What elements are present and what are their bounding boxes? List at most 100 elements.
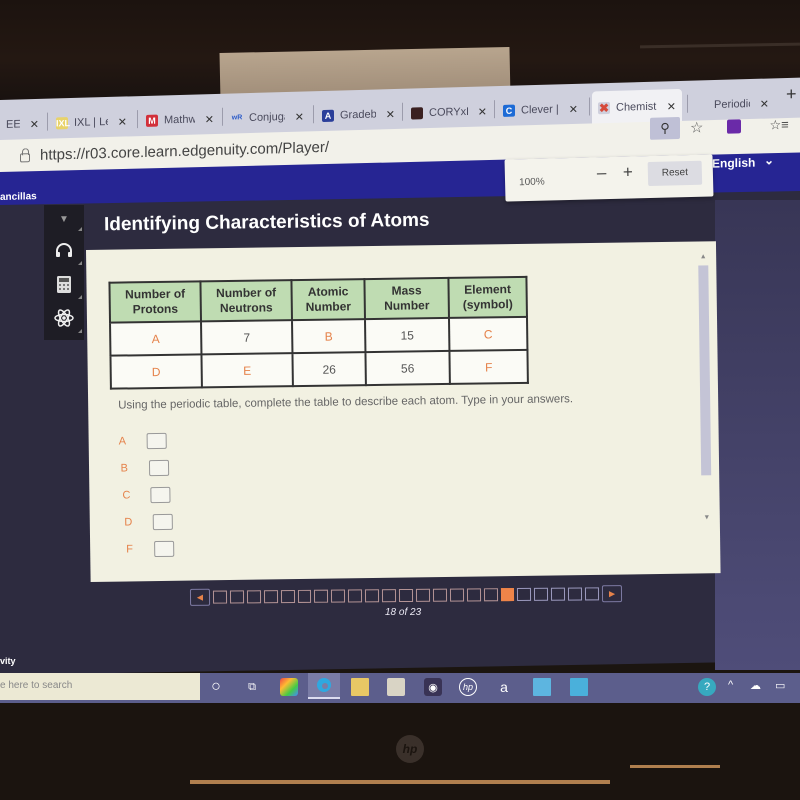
browser-tab[interactable]: M Mathway ✕ (140, 102, 220, 138)
page-indicator[interactable] (297, 589, 312, 603)
answer-label: D (124, 515, 133, 528)
extension-icon[interactable] (727, 119, 742, 134)
close-tab-icon[interactable]: ✕ (760, 97, 769, 110)
webcam-app-icon[interactable]: ◉ (424, 678, 442, 696)
language-selector[interactable]: English (712, 156, 755, 171)
file-explorer-icon[interactable] (351, 678, 369, 696)
browser-tab[interactable]: C Clever | ✕ (497, 92, 587, 129)
close-tab-icon[interactable]: ✕ (30, 117, 39, 130)
scrollbar[interactable]: ▲ ▼ (698, 253, 712, 521)
amazon-icon[interactable]: a (495, 678, 513, 696)
page-indicator[interactable] (280, 589, 295, 603)
close-tab-icon[interactable]: ✕ (478, 105, 487, 118)
favorite-star-icon[interactable]: ☆ (690, 118, 703, 136)
answer-label: B (120, 461, 128, 475)
page-indicator[interactable] (229, 589, 244, 604)
answer-label: F (126, 542, 133, 555)
answer-input[interactable] (146, 432, 167, 449)
new-tab-button[interactable]: + (786, 84, 797, 105)
browser-tab[interactable]: EE.2 S ✕ (0, 107, 45, 142)
store-icon[interactable] (387, 678, 405, 696)
browser-tab[interactable]: A Gradebo ✕ (316, 97, 401, 133)
tab-label: EE.2 S (6, 118, 20, 131)
tab-label: CORYxK (429, 105, 468, 120)
close-tab-icon[interactable]: ✕ (205, 113, 214, 126)
tray-chevron-up-icon[interactable]: ^ (728, 679, 733, 691)
wordreference-icon: wR (231, 112, 243, 125)
page-indicator[interactable] (398, 588, 414, 602)
tab-separator (402, 102, 403, 121)
page-indicator[interactable] (348, 588, 363, 603)
close-tab-icon[interactable]: ✕ (569, 102, 578, 115)
tool-periodic-table[interactable] (44, 301, 84, 335)
answer-list: ABCD F (118, 427, 175, 563)
page-indicator[interactable] (483, 587, 498, 601)
page-indicator[interactable] (534, 587, 549, 601)
page-indicator[interactable] (585, 586, 600, 600)
next-page-button[interactable]: ▶ (602, 584, 623, 602)
page-indicator[interactable] (449, 587, 464, 602)
page-indicator[interactable] (382, 588, 397, 602)
taskbar-search-input[interactable]: e here to search (0, 673, 200, 700)
zoom-reset-button[interactable]: Reset (647, 160, 703, 187)
page-indicator[interactable] (263, 589, 278, 603)
close-tab-icon[interactable]: ✕ (118, 115, 127, 128)
page-indicator[interactable] (568, 586, 583, 601)
tool-toggle[interactable]: ▼ (44, 205, 84, 233)
page-indicator[interactable] (365, 588, 380, 602)
page-indicator[interactable] (314, 589, 329, 603)
page-indicator[interactable] (212, 590, 227, 604)
paint-app-icon[interactable] (280, 678, 298, 696)
page-icon (696, 99, 708, 112)
page-indicator[interactable] (551, 587, 566, 601)
url-field[interactable]: https://r03.core.learn.edgenuity.com/Pla… (20, 139, 329, 165)
task-view-icon[interactable]: ⧉ (243, 678, 261, 696)
close-tab-icon[interactable]: ✕ (295, 110, 304, 123)
close-tab-icon[interactable]: ✕ (667, 100, 676, 113)
tab-separator (687, 94, 688, 113)
hp-app-icon[interactable]: hp (459, 678, 477, 696)
previous-page-button[interactable]: ◀ (189, 588, 210, 606)
zoom-out-button[interactable]: – (597, 163, 607, 183)
battery-icon[interactable]: ▭ (775, 679, 785, 692)
answer-input[interactable] (152, 513, 173, 530)
tool-headphones[interactable] (44, 233, 84, 267)
answer-input[interactable] (154, 540, 175, 557)
answer-input[interactable] (150, 486, 171, 503)
value-cell: 15 (364, 317, 450, 353)
browser-tab[interactable]: CORYxK ✕ (405, 94, 493, 130)
tab-label: Mathway (164, 113, 195, 127)
scroll-down-icon[interactable]: ▼ (703, 514, 711, 521)
mail-app-icon[interactable] (570, 678, 588, 696)
zoom-in-button[interactable]: + (623, 162, 633, 182)
keyboard-edge (630, 765, 720, 768)
page-indicator[interactable] (517, 587, 532, 601)
edge-logo-icon (317, 678, 331, 692)
page-indicator[interactable] (466, 587, 481, 601)
edge-browser-icon[interactable] (308, 673, 340, 699)
tool-calculator[interactable] (44, 267, 84, 301)
scroll-up-icon[interactable]: ▲ (699, 253, 707, 260)
page-indicator[interactable] (246, 589, 261, 603)
page-indicator[interactable] (432, 588, 447, 602)
onedrive-icon[interactable]: ☁ (750, 679, 761, 692)
chevron-down-icon[interactable]: ⌄ (764, 153, 774, 167)
browser-tab[interactable]: wR Conjuga ✕ (225, 99, 310, 135)
answer-row: C (119, 481, 173, 509)
tab-label: Chemistr (616, 100, 657, 114)
answer-input[interactable] (148, 459, 169, 476)
answer-row: A (118, 427, 172, 455)
close-tab-icon[interactable]: ✕ (386, 107, 395, 120)
page-indicator[interactable] (415, 588, 430, 602)
photos-app-icon[interactable] (533, 678, 551, 696)
lesson-title: Identifying Characteristics of Atoms (103, 209, 430, 236)
favorites-list-icon[interactable]: ☆≡ (769, 117, 788, 134)
scroll-thumb[interactable] (698, 265, 712, 476)
page-indicator[interactable] (500, 587, 515, 601)
help-icon[interactable]: ? (698, 678, 716, 696)
page-indicator[interactable] (331, 589, 346, 603)
zoom-icon[interactable]: ⚲ (650, 117, 680, 140)
browser-tab[interactable]: IXL IXL | Lear ✕ (50, 104, 133, 140)
tab-separator (137, 110, 138, 129)
cortana-icon[interactable]: ○ (207, 678, 225, 696)
